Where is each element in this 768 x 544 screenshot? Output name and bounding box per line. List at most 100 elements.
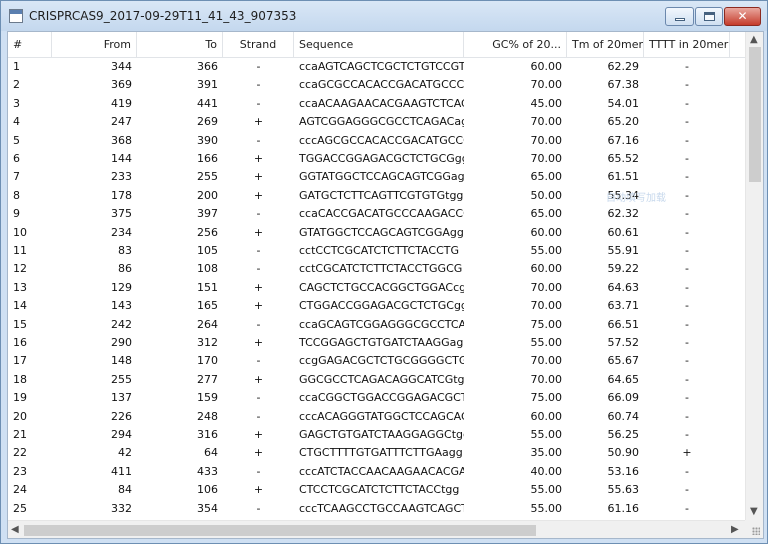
cell-tm: 60.74	[607, 409, 640, 423]
scroll-up-arrow-icon[interactable]: ▲	[750, 34, 758, 46]
title-bar[interactable]: CRISPRCAS9_2017-09-29T11_41_43_907353 ✕	[1, 1, 767, 31]
cell-tttt: -	[685, 78, 689, 92]
scroll-right-arrow-icon[interactable]: ▶	[731, 524, 739, 536]
table-row[interactable]: 5 368 390 - cccAGCGCCACACCGACATGCCC 70.00 67.1…	[8, 132, 745, 151]
table-row[interactable]: 23 411 433 - cccATCTACCAACAAGAACACGA 40.00 53.…	[8, 463, 745, 482]
table-row[interactable]: 25 332 354 - cccTCAAGCCTGCCAAGTCAGCT 55.00 61.…	[8, 500, 745, 519]
table-row[interactable]: 24 84 106 + CTCCTCGCATCTCTTCTACCtgg 55.00 55.6…	[8, 481, 745, 500]
column-header-to[interactable]: To	[137, 32, 223, 57]
cell-tttt: -	[685, 262, 689, 276]
cell-gc-percent: 55.00	[530, 501, 563, 515]
cell-to: 277	[197, 372, 218, 386]
table-row[interactable]: 12 86 108 - cctCGCATCTCTTCTACCTGGCG 60.00 59.2…	[8, 260, 745, 279]
results-table-view: # From To Strand Sequence GC% of 20... T…	[7, 31, 764, 539]
table-row[interactable]: 9 375 397 - ccaCACCGACATGCCCAAGACCC 65.00 62.3…	[8, 205, 745, 224]
results-table: # From To Strand Sequence GC% of 20... T…	[8, 32, 745, 520]
cell-sequence: cccAGCGCCACACCGACATGCCC	[299, 133, 464, 147]
table-row[interactable]: 18 255 277 + GGCGCCTCAGACAGGCATCGtgg 70.00 64.…	[8, 371, 745, 390]
cell-from: 144	[111, 152, 132, 165]
table-row[interactable]: 4 247 269 + AGTCGGAGGGCGCCTCAGACagg 70.00 65.2…	[8, 113, 745, 132]
close-button[interactable]: ✕	[724, 7, 761, 26]
table-row[interactable]: 11 83 105 - cctCCTCGCATCTCTTCTACCTG 55.00 55.9…	[8, 242, 745, 261]
table-row[interactable]: 3 419 441 - ccaACAAGAACACGAAGTCTCAG 45.00 54.0…	[8, 95, 745, 114]
column-header-tm[interactable]: Tm of 20mer	[567, 32, 644, 57]
horizontal-scroll-thumb[interactable]	[24, 525, 536, 536]
cell-sequence: CTGCTTTTGTGATTTCTTGAagg	[299, 446, 463, 460]
table-row[interactable]: 13 129 151 + CAGCTCTGCCACGGCTGGACcgg 70.00 64.…	[8, 279, 745, 298]
cell-tm: 65.52	[607, 152, 640, 165]
cell-to: 354	[197, 501, 218, 515]
horizontal-scrollbar[interactable]: ◀ ▶	[8, 520, 745, 538]
cell-gc-percent: 55.00	[530, 483, 563, 497]
cell-to: 170	[197, 354, 218, 368]
cell-to: 316	[197, 428, 218, 441]
cell-strand: -	[256, 60, 261, 73]
table-row[interactable]: 1 344 366 - ccaAGTCAGCTCGCTCTGTCCGT 60.00 62.2…	[8, 58, 745, 77]
cell-sequence: GAGCTGTGATCTAAGGAGGCtgg	[299, 428, 464, 441]
table-row[interactable]: 22 42 64 + CTGCTTTTGTGATTTCTTGAagg 35.00 50.90…	[8, 444, 745, 463]
table-row[interactable]: 20 226 248 - cccACAGGGTATGGCTCCAGCAG 60.00 60.…	[8, 408, 745, 427]
cell-strand: +	[253, 446, 264, 460]
window-title: CRISPRCAS9_2017-09-29T11_41_43_907353	[29, 9, 297, 23]
table-row[interactable]: 19 137 159 - ccaCGGCTGGACCGGAGACGCTC 75.00 66.…	[8, 389, 745, 408]
cell-tm: 62.29	[607, 60, 640, 73]
vertical-scroll-thumb[interactable]	[749, 47, 761, 182]
table-row[interactable]: 6 144 166 + TGGACCGGAGACGCTCTGCGggg 70.00 65.5…	[8, 150, 745, 169]
cell-tttt: -	[685, 354, 689, 368]
cell-tttt: -	[685, 280, 689, 294]
column-header-gc[interactable]: GC% of 20...	[464, 32, 567, 57]
cell-strand: +	[253, 299, 264, 313]
table-row[interactable]: 15 242 264 - ccaGCAGTCGGAGGGCGCCTCAG 75.00 66.…	[8, 316, 745, 335]
table-row[interactable]: 17 148 170 - ccgGAGACGCTCTGCGGGGCTGA 70.00 65.…	[8, 352, 745, 371]
cell-tttt: -	[685, 96, 689, 110]
cell-tttt: -	[685, 372, 689, 386]
table-row[interactable]: 7 233 255 + GGTATGGCTCCAGCAGTCGGagg 65.00 61.5…	[8, 168, 745, 187]
table-row[interactable]: 14 143 165 + CTGGACCGGAGACGCTCTGCggg 70.00 63.…	[8, 297, 745, 316]
column-header-index[interactable]: #	[8, 32, 52, 57]
cell-tttt: -	[685, 225, 689, 239]
table-header: # From To Strand Sequence GC% of 20... T…	[8, 32, 745, 58]
cell-strand: -	[256, 244, 261, 257]
cell-strand: -	[256, 207, 261, 221]
cell-index: 21	[13, 428, 27, 441]
cell-strand: -	[256, 501, 261, 515]
cell-gc-percent: 65.00	[530, 207, 563, 221]
cell-strand: +	[253, 428, 264, 441]
cell-sequence: cccATCTACCAACAAGAACACGA	[299, 464, 464, 478]
cell-sequence: ccaGCAGTCGGAGGGCGCCTCAG	[299, 317, 464, 331]
cell-sequence: cctCGCATCTCTTCTACCTGGCG	[299, 262, 463, 276]
cell-tm: 53.16	[607, 464, 640, 478]
maximize-button[interactable]	[695, 7, 723, 26]
scroll-down-arrow-icon[interactable]: ▼	[750, 506, 758, 518]
cell-gc-percent: 50.00	[530, 188, 563, 202]
cell-gc-percent: 70.00	[530, 152, 563, 165]
app-window-icon[interactable]	[9, 9, 23, 23]
minimize-button[interactable]	[665, 7, 694, 26]
cell-strand: +	[253, 152, 264, 165]
cell-index: 25	[13, 501, 27, 515]
cell-index: 1	[13, 60, 20, 73]
cell-sequence: GGCGCCTCAGACAGGCATCGtgg	[299, 372, 464, 386]
cell-gc-percent: 60.00	[530, 225, 563, 239]
column-header-sequence[interactable]: Sequence	[294, 32, 464, 57]
cell-gc-percent: 40.00	[530, 464, 563, 478]
table-row[interactable]: 16 290 312 + TCCGGAGCTGTGATCTAAGGagg 55.00 57.…	[8, 334, 745, 353]
column-header-strand[interactable]: Strand	[223, 32, 294, 57]
cell-from: 368	[111, 133, 132, 147]
resize-grip-icon[interactable]	[745, 520, 763, 538]
cell-gc-percent: 55.00	[530, 336, 563, 349]
table-row[interactable]: 21 294 316 + GAGCTGTGATCTAAGGAGGCtgg 55.00 56.…	[8, 426, 745, 445]
column-header-from[interactable]: From	[52, 32, 137, 57]
column-header-tttt[interactable]: TTTT in 20mer	[644, 32, 730, 57]
cell-index: 18	[13, 372, 27, 386]
cell-tttt: -	[685, 170, 689, 184]
cell-strand: +	[253, 188, 264, 202]
vertical-scrollbar[interactable]: ▲ ▼	[745, 32, 763, 520]
cell-tttt: -	[685, 244, 689, 257]
scroll-left-arrow-icon[interactable]: ◀	[11, 524, 19, 536]
table-row[interactable]: 2 369 391 - ccaGCGCCACACCGACATGCCCA 70.00 67.3…	[8, 76, 745, 95]
cell-gc-percent: 60.00	[530, 262, 563, 276]
cell-tttt: -	[685, 317, 689, 331]
table-row[interactable]: 10 234 256 + GTATGGCTCCAGCAGTCGGAggg 60.00 60.…	[8, 224, 745, 243]
cell-sequence: CAGCTCTGCCACGGCTGGACcgg	[299, 280, 464, 294]
